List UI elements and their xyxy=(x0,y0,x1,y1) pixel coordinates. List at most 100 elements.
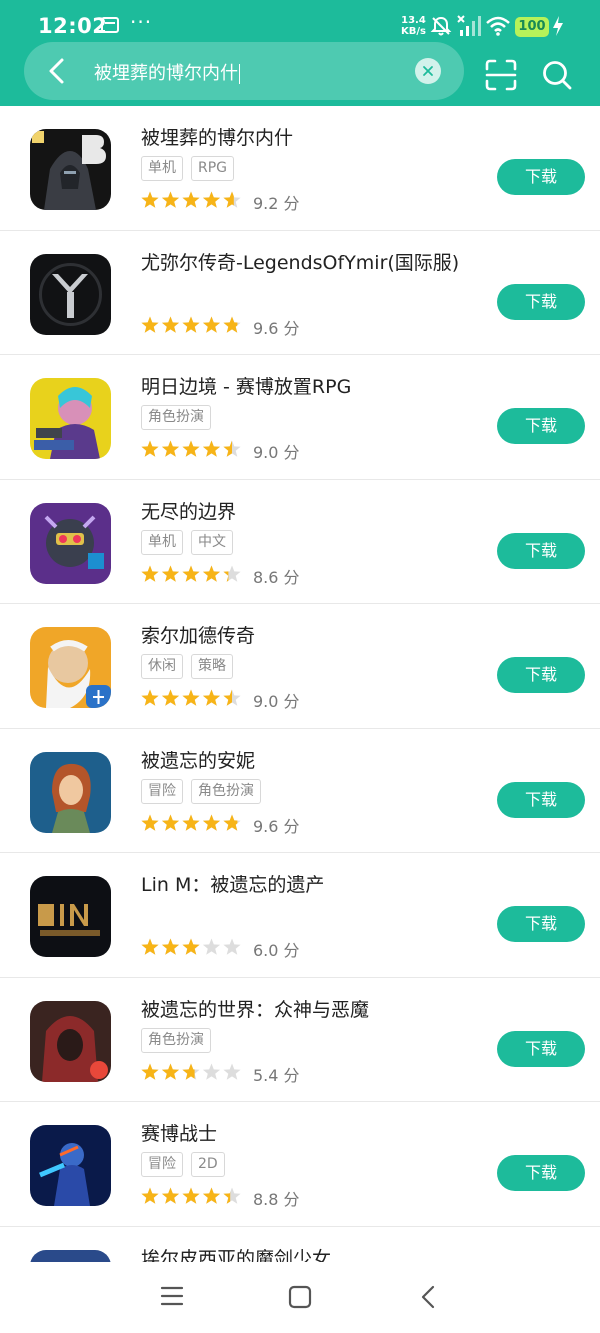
app-name[interactable]: 赛博战士 xyxy=(141,1119,217,1146)
star-rating-icon xyxy=(141,1063,241,1080)
app-name[interactable]: 索尔加德传奇 xyxy=(141,621,255,648)
wifi-icon xyxy=(486,16,510,36)
list-item[interactable]: 被遗忘的世界：众神与恶魔 角色扮演 5.4 分 下载 xyxy=(0,978,600,1102)
star-icon xyxy=(202,1187,221,1204)
download-button[interactable]: 下载 xyxy=(497,1030,585,1067)
star-icon xyxy=(182,1187,200,1204)
rating-score: 9.6 分 xyxy=(253,318,300,338)
app-name[interactable]: 被遗忘的世界：众神与恶魔 xyxy=(141,995,369,1022)
app-tag: RPG xyxy=(191,156,235,181)
star-empty-icon xyxy=(202,938,221,955)
app-tags: 角色扮演 xyxy=(141,1027,219,1054)
battery-level: 100 xyxy=(515,17,549,37)
app-tag: 2D xyxy=(191,1152,225,1177)
system-navigation-bar xyxy=(0,1262,600,1333)
star-icon xyxy=(182,440,200,457)
download-button[interactable]: 下载 xyxy=(497,283,585,320)
network-speed-value: 13.4 xyxy=(401,15,426,26)
download-button[interactable]: 下载 xyxy=(497,906,585,942)
search-bar[interactable]: 被埋葬的博尔内什 xyxy=(24,42,464,100)
app-tag: 角色扮演 xyxy=(141,1027,211,1053)
star-icon xyxy=(182,814,200,831)
download-button[interactable]: 下载 xyxy=(497,408,585,444)
star-icon xyxy=(202,689,221,706)
star-icon xyxy=(141,1187,159,1204)
app-icon[interactable] xyxy=(30,751,111,833)
app-tag: 策略 xyxy=(191,654,233,679)
star-rating-icon xyxy=(141,689,241,706)
list-item[interactable]: 明日边境 - 赛博放置RPG 角色扮演 9.0 分 下载 xyxy=(0,355,600,480)
list-item[interactable]: 被埋葬的博尔内什 单机 RPG 9.2 分 下载 xyxy=(0,106,600,231)
star-icon xyxy=(141,938,159,955)
app-name[interactable]: 无尽的边界 xyxy=(141,497,236,524)
search-icon[interactable] xyxy=(540,58,574,92)
list-item[interactable]: 索尔加德传奇 休闲 策略 9.0 分 下载 xyxy=(0,604,600,729)
rating-score: 9.2 分 xyxy=(253,194,300,213)
app-tags: 休闲 策略 xyxy=(141,654,241,680)
star-icon xyxy=(182,191,200,208)
download-button[interactable]: 下载 xyxy=(497,781,585,818)
star-icon xyxy=(182,565,200,582)
app-tags: 单机 RPG xyxy=(141,156,242,182)
app-icon[interactable] xyxy=(30,1000,111,1082)
list-item[interactable]: 被遗忘的安妮 冒险 角色扮演 9.6 分 下载 xyxy=(0,729,600,853)
app-icon[interactable] xyxy=(30,1125,111,1206)
list-item[interactable]: 无尽的边界 单机 中文 8.6 分 下载 xyxy=(0,480,600,604)
app-tag: 冒险 xyxy=(141,778,183,804)
app-icon[interactable] xyxy=(30,129,111,210)
star-icon xyxy=(161,814,180,831)
more-notifications-icon: ··· xyxy=(130,10,153,34)
clear-search-button[interactable] xyxy=(415,58,441,84)
app-icon[interactable] xyxy=(30,1249,111,1262)
network-speed-unit: KB/s xyxy=(401,26,426,37)
app-icon[interactable] xyxy=(30,253,111,335)
home-icon[interactable] xyxy=(287,1284,313,1310)
rating-score: 8.6 分 xyxy=(253,567,300,587)
star-icon xyxy=(161,1063,180,1080)
app-name[interactable]: 被遗忘的安妮 xyxy=(141,746,255,773)
app-tag: 休闲 xyxy=(141,654,183,679)
star-rating-icon xyxy=(141,565,241,582)
list-item[interactable]: 赛博战士 冒险 2D 8.8 分 下载 xyxy=(0,1102,600,1227)
app-tags: 角色扮演 xyxy=(141,405,219,431)
app-icon[interactable] xyxy=(30,876,111,957)
text-cursor xyxy=(239,64,240,84)
list-item[interactable]: Lin M：被遗忘的遗产 6.0 分 下载 xyxy=(0,853,600,978)
star-rating-icon xyxy=(141,938,241,955)
app-icon[interactable] xyxy=(30,378,111,459)
app-name[interactable]: 埃尔皮西亚的魔剑少女 xyxy=(141,1244,331,1263)
menu-icon[interactable] xyxy=(160,1284,184,1308)
star-rating-icon xyxy=(141,191,241,208)
star-icon xyxy=(141,565,159,582)
star-icon xyxy=(202,814,221,831)
list-item[interactable]: 尤弥尔传奇-LegendsOfYmir(国际服) 9.6 分 下载 xyxy=(0,231,600,355)
status-time: 12:02 xyxy=(38,14,108,38)
star-icon xyxy=(141,814,159,831)
rating-score: 5.4 分 xyxy=(253,1065,300,1085)
app-tag: 冒险 xyxy=(141,1152,183,1177)
search-results-list[interactable]: 被埋葬的博尔内什 单机 RPG 9.2 分 下载 尤弥尔传奇-LegendsOfY… xyxy=(0,106,600,1262)
star-icon xyxy=(141,440,159,457)
app-tags: 冒险 角色扮演 xyxy=(141,778,269,805)
download-button[interactable]: 下载 xyxy=(497,159,585,195)
list-item[interactable]: 埃尔皮西亚的魔剑少女 xyxy=(0,1227,600,1263)
star-icon xyxy=(202,316,221,333)
app-icon[interactable] xyxy=(30,502,111,584)
scan-icon[interactable] xyxy=(484,58,518,92)
mute-notification-icon xyxy=(430,16,452,36)
download-button[interactable]: 下载 xyxy=(497,657,585,693)
app-name[interactable]: 明日边境 - 赛博放置RPG xyxy=(141,372,351,399)
back-arrow-icon[interactable] xyxy=(38,52,76,90)
download-button[interactable]: 下载 xyxy=(497,532,585,569)
star-empty-icon xyxy=(202,1063,221,1080)
search-input[interactable]: 被埋葬的博尔内什 xyxy=(94,59,240,85)
back-icon[interactable] xyxy=(416,1284,440,1310)
download-button[interactable]: 下载 xyxy=(497,1155,585,1191)
app-name[interactable]: 被埋葬的博尔内什 xyxy=(141,123,293,150)
app-name[interactable]: Lin M：被遗忘的遗产 xyxy=(141,870,324,897)
star-icon xyxy=(141,316,159,333)
app-tag: 单机 xyxy=(141,529,183,555)
app-name[interactable]: 尤弥尔传奇-LegendsOfYmir(国际服) xyxy=(141,248,459,275)
app-icon[interactable] xyxy=(30,627,111,708)
rating-score: 9.0 分 xyxy=(253,692,300,711)
